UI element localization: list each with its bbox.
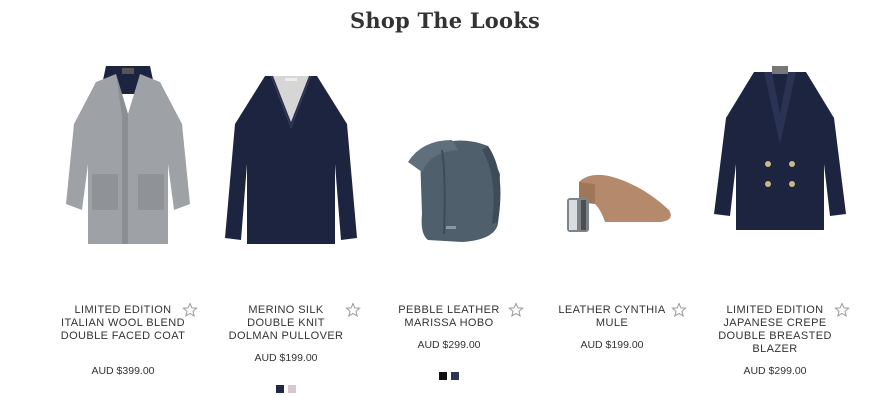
product-price: AUD $299.00 bbox=[743, 365, 807, 377]
product-image-blazer[interactable] bbox=[708, 54, 852, 272]
color-swatches bbox=[372, 367, 526, 385]
product-card[interactable]: LIMITED EDITION JAPANESE CREPE DOUBLE BR… bbox=[698, 50, 862, 410]
product-price: AUD $299.00 bbox=[417, 339, 481, 351]
product-image-mule[interactable] bbox=[545, 54, 689, 272]
product-name[interactable]: LIMITED EDITION JAPANESE CREPE DOUBLE BR… bbox=[712, 304, 838, 356]
product-image-coat[interactable] bbox=[56, 54, 200, 272]
color-swatches bbox=[209, 380, 363, 398]
product-price: AUD $199.00 bbox=[254, 352, 318, 364]
product-image-pullover[interactable] bbox=[219, 54, 363, 272]
product-name[interactable]: PEBBLE LEATHER MARISSA HOBO bbox=[386, 304, 512, 330]
color-swatch[interactable] bbox=[288, 385, 296, 393]
blazer-illustration bbox=[714, 66, 846, 230]
bag-illustration bbox=[408, 140, 501, 242]
product-grid: LIMITED EDITION ITALIAN WOOL BLEND DOUBL… bbox=[46, 50, 860, 410]
product-card[interactable]: MERINO SILK DOUBLE KNIT DOLMAN PULLOVER … bbox=[209, 50, 373, 410]
product-price: AUD $199.00 bbox=[580, 339, 644, 351]
product-name[interactable]: MERINO SILK DOUBLE KNIT DOLMAN PULLOVER bbox=[223, 304, 349, 343]
mule-illustration bbox=[567, 174, 671, 232]
section-title: Shop The Looks bbox=[350, 8, 540, 33]
color-swatch[interactable] bbox=[439, 372, 447, 380]
pullover-illustration bbox=[225, 76, 357, 244]
coat-illustration bbox=[66, 66, 190, 244]
color-swatch[interactable] bbox=[451, 372, 459, 380]
color-swatch[interactable] bbox=[276, 385, 284, 393]
product-name[interactable]: LIMITED EDITION ITALIAN WOOL BLEND DOUBL… bbox=[60, 304, 186, 343]
product-price: AUD $399.00 bbox=[91, 365, 155, 377]
product-card[interactable]: LIMITED EDITION ITALIAN WOOL BLEND DOUBL… bbox=[46, 50, 210, 410]
product-name[interactable]: LEATHER CYNTHIA MULE bbox=[549, 304, 675, 330]
product-image-hobo-bag[interactable] bbox=[382, 54, 526, 272]
product-card[interactable]: LEATHER CYNTHIA MULE AUD $199.00 bbox=[535, 50, 699, 410]
product-card[interactable]: PEBBLE LEATHER MARISSA HOBO AUD $299.00 bbox=[372, 50, 536, 410]
